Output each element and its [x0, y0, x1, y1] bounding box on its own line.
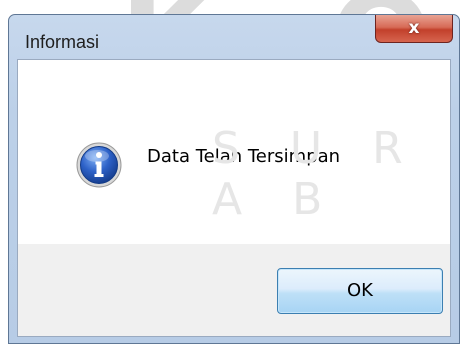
- ok-button[interactable]: OK: [277, 268, 443, 314]
- dialog-titlebar[interactable]: Informasi x: [9, 15, 459, 59]
- dialog-body: Data Telah Tersimpan OK: [17, 59, 451, 337]
- message-text: Data Telah Tersimpan: [147, 146, 341, 167]
- screenshot-stage: I K O Informasi x: [0, 0, 465, 347]
- message-area: Data Telah Tersimpan: [18, 60, 450, 244]
- dialog-title: Informasi: [25, 32, 100, 52]
- close-icon: x: [408, 18, 420, 38]
- close-button[interactable]: x: [375, 15, 453, 43]
- info-icon: [76, 142, 122, 188]
- dialog-footer: OK: [18, 244, 450, 336]
- message-dialog: Informasi x Data Telah Tersimpan OK: [8, 14, 460, 344]
